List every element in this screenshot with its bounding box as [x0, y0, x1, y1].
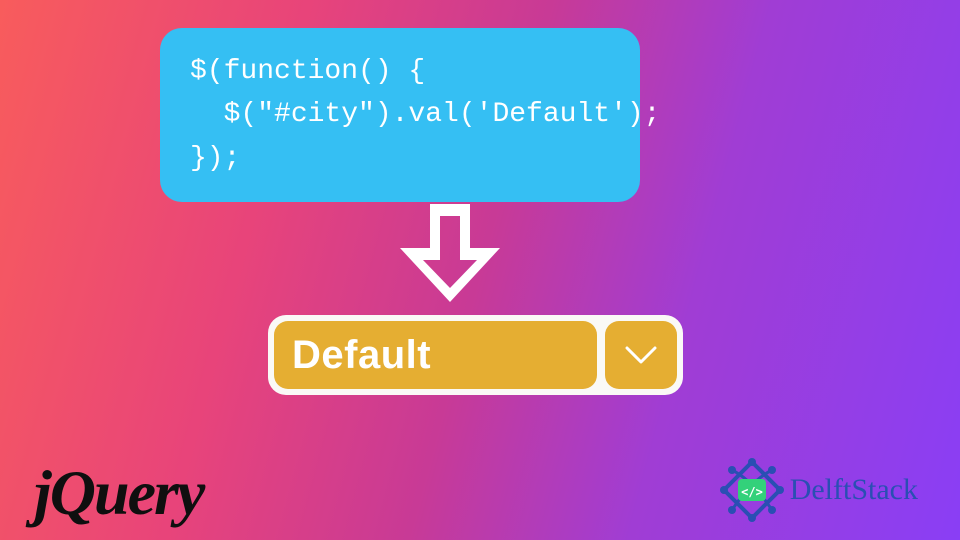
code-snippet-box: $(function() { $("#city").val('Default')… [160, 28, 640, 202]
delftstack-text: DelftStack [790, 473, 918, 507]
code-line-3: }); [190, 137, 610, 180]
svg-text:</>: </> [741, 485, 763, 499]
delftstack-badge-icon: </> [716, 454, 788, 526]
jquery-logo: jQuery [34, 456, 203, 530]
delftstack-logo: </> DelftStack [716, 454, 918, 526]
select-value-area: Default [274, 321, 597, 389]
code-line-2: $("#city").val('Default'); [190, 93, 610, 136]
select-value-text: Default [292, 333, 431, 378]
chevron-down-icon[interactable] [605, 321, 677, 389]
select-dropdown[interactable]: Default [268, 315, 683, 395]
code-line-1: $(function() { [190, 50, 610, 93]
arrow-down-icon [392, 198, 508, 314]
